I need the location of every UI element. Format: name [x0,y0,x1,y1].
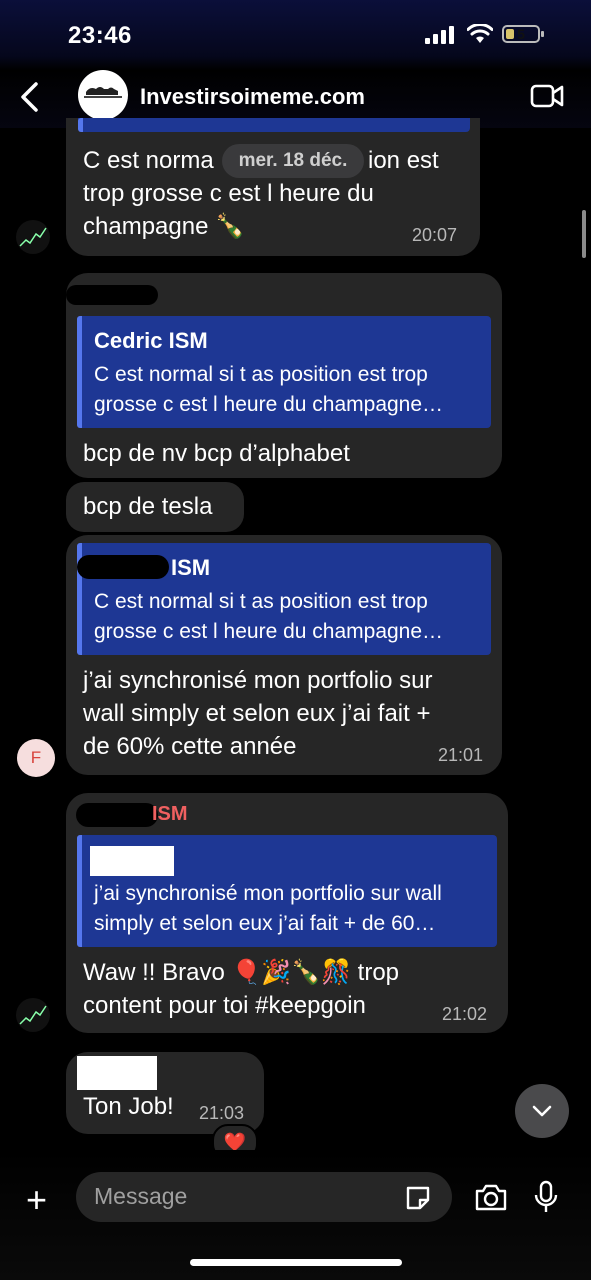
date-separator: mer. 18 déc. [222,144,364,178]
quote-text: grosse c est l heure du champagne… [94,393,444,416]
message-text: champagne 🍾 [83,213,245,240]
message-text-tail: ion est [368,147,439,174]
chart-avatar-icon [19,1005,47,1025]
message-text: j’ai synchronisé mon portfolio sur [83,667,433,694]
message-text: bcp de nv bcp d’alphabet [83,440,350,467]
channel-avatar[interactable] [78,70,128,120]
scrollbar[interactable] [582,210,586,258]
reply-quote[interactable]: ISM C est normal si t as position est tr… [77,543,491,655]
microphone-icon[interactable] [534,1180,558,1214]
quote-sender-suffix: ISM [171,555,211,580]
battery-icon: 5 [502,25,544,43]
message-text: wall simply et selon eux j’ai fait + [83,700,431,727]
message-text: Ton Job! [83,1093,174,1120]
message-text: content pour toi #keepgoin [83,992,366,1019]
message-text: bcp de tesla [83,493,213,520]
quote-sender: Cedric ISM [94,328,208,353]
quote-text: grosse c est l heure du champagne… [94,620,444,643]
signal-icon [425,26,457,44]
status-time: 23:46 [68,22,132,49]
video-call-icon[interactable] [530,82,564,110]
home-indicator [190,1259,402,1266]
sender-avatar[interactable]: F [17,739,55,777]
message-text: C est norma [83,147,214,174]
bull-bear-logo-icon [84,87,122,98]
sticker-icon[interactable] [404,1184,432,1212]
message-input[interactable]: Message [76,1172,452,1222]
wifi-icon [467,24,493,43]
redacted-sender [77,1056,157,1090]
quote-text: C est normal si t as position est trop [94,590,428,613]
status-bar: 23:46 5 [0,0,591,70]
redacted-sender [66,285,158,305]
sender-avatar[interactable] [16,220,50,254]
channel-title[interactable]: Investirsoimeme.com [140,84,365,110]
plus-icon[interactable]: + [26,1182,47,1218]
message-time: 21:02 [442,1004,488,1024]
quote-text: simply et selon eux j’ai fait + de 60… [94,912,436,935]
quote-text: C est normal si t as position est trop [94,363,428,386]
message-time: 20:07 [412,225,458,245]
message-text: de 60% cette année [83,733,297,760]
redacted-sender [77,555,169,579]
quote-fragment [78,118,470,132]
quote-text: j’ai synchronisé mon portfolio sur wall [94,882,442,905]
sender-avatar[interactable] [16,998,50,1032]
redacted-sender [76,803,158,827]
redacted-quote-sender [90,846,174,876]
chevron-down-icon [532,1105,552,1117]
message-placeholder: Message [94,1183,188,1209]
message-time: 21:01 [438,745,484,765]
camera-icon[interactable] [474,1182,508,1212]
reply-quote[interactable]: j’ai synchronisé mon portfolio sur wall … [77,835,497,947]
scroll-to-bottom-button[interactable] [515,1084,569,1138]
sender-name-suffix: ISM [152,803,188,825]
back-chevron-icon[interactable] [16,80,44,114]
chart-avatar-icon [19,227,47,247]
message-text: Waw !! Bravo 🎈🎉🍾🎊 trop [83,959,400,986]
battery-level: 5 [517,26,525,42]
reply-quote[interactable]: Cedric ISM C est normal si t as position… [77,316,491,428]
message-time: 21:03 [199,1103,245,1123]
message-text: trop grosse c est l heure du [83,180,374,207]
